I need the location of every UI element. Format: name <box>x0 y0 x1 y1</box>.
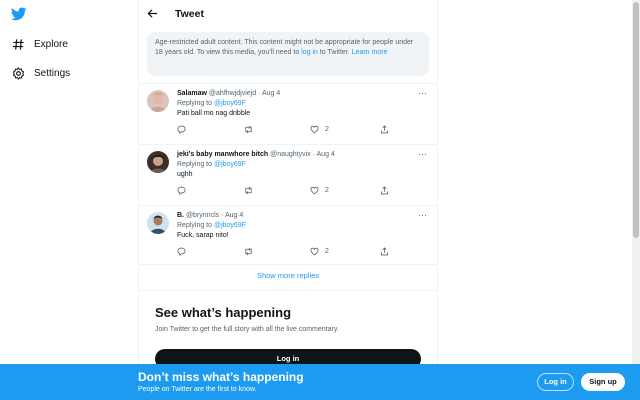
tweet-header: jeki's baby manwhore bitch @naughtyvix ·… <box>177 150 429 160</box>
replying-to-link[interactable]: @jboy69F <box>214 161 246 168</box>
tweet-body: jeki's baby manwhore bitch @naughtyvix ·… <box>177 150 429 180</box>
back-arrow-icon[interactable] <box>147 8 159 20</box>
tweet-body: Salamaw @ahfhwjdjviejd · Aug 4 Replying … <box>177 89 429 119</box>
reply-icon[interactable] <box>177 125 186 134</box>
more-options-icon[interactable]: ··· <box>418 210 427 220</box>
more-options-icon[interactable]: ··· <box>418 88 427 98</box>
tweet-text: Pati ball mo nag dribble <box>177 110 251 117</box>
reply-tweet[interactable]: Salamaw @ahfhwjdjviejd · Aug 4 Replying … <box>139 83 437 144</box>
heart-icon <box>310 125 319 134</box>
bottom-signup-bar: Don’t miss what’s happening People on Tw… <box>0 364 640 400</box>
notice-text-middle: to Twitter. <box>317 49 352 56</box>
tweet-actions: 2 <box>177 247 397 257</box>
page-title: Tweet <box>175 8 204 20</box>
signup-prompt: See what’s happening Join Twitter to get… <box>139 290 437 369</box>
heart-icon <box>310 247 319 256</box>
replying-to: Replying to @jboy69F <box>177 221 429 231</box>
reply-list: Salamaw @ahfhwjdjviejd · Aug 4 Replying … <box>139 83 437 266</box>
twitter-bird-icon[interactable] <box>10 6 27 22</box>
replying-to-link[interactable]: @jboy69F <box>214 100 246 107</box>
retweet-icon[interactable] <box>244 186 253 195</box>
reply-tweet[interactable]: jeki's baby manwhore bitch @naughtyvix ·… <box>139 144 437 205</box>
show-more-replies-button[interactable]: Show more replies <box>139 264 437 286</box>
like-count: 2 <box>325 126 329 133</box>
avatar[interactable] <box>147 90 169 112</box>
bottom-bar-title: Don’t miss what’s happening <box>138 370 304 384</box>
nav-item-explore[interactable]: Explore <box>11 34 68 54</box>
signup-button[interactable]: Sign up <box>581 373 625 391</box>
replying-to: Replying to @jboy69F <box>177 160 429 170</box>
nav-item-label: Explore <box>34 38 68 50</box>
retweet-icon[interactable] <box>244 125 253 134</box>
tweet-date[interactable]: Aug 4 <box>225 212 243 219</box>
reply-tweet[interactable]: B. @brynncls · Aug 4 Replying to @jboy69… <box>139 205 437 266</box>
nav-item-label: Settings <box>34 67 71 79</box>
notice-login-link[interactable]: log in <box>301 49 318 56</box>
author-name[interactable]: jeki's baby manwhore bitch <box>177 151 268 158</box>
share-icon[interactable] <box>380 247 389 256</box>
replying-to-link[interactable]: @jboy69F <box>214 222 246 229</box>
reply-icon[interactable] <box>177 247 186 256</box>
tweet-actions: 2 <box>177 186 397 196</box>
replying-prefix: Replying to <box>177 222 214 229</box>
hashtag-icon <box>11 37 25 51</box>
share-icon[interactable] <box>380 186 389 195</box>
nav-item-settings[interactable]: Settings <box>11 63 70 83</box>
avatar[interactable] <box>147 151 169 173</box>
like-button[interactable]: 2 <box>310 125 329 134</box>
tweet-body: B. @brynncls · Aug 4 Replying to @jboy69… <box>177 211 429 241</box>
tweet-date[interactable]: Aug 4 <box>262 90 280 97</box>
like-button[interactable]: 2 <box>310 247 329 256</box>
bottom-bar-subtitle: People on Twitter are the first to know. <box>138 386 257 393</box>
page-scrollbar[interactable] <box>632 0 640 400</box>
bottom-login-button[interactable]: Log in <box>537 373 574 391</box>
tweet-header: B. @brynncls · Aug 4 <box>177 211 429 221</box>
author-handle[interactable]: @ahfhwjdjviejd <box>209 90 256 97</box>
tweet-actions: 2 <box>177 125 397 135</box>
reply-icon[interactable] <box>177 186 186 195</box>
tweet-header: Salamaw @ahfhwjdjviejd · Aug 4 <box>177 89 429 99</box>
replying-to: Replying to @jboy69F <box>177 99 429 109</box>
avatar[interactable] <box>147 212 169 234</box>
tweet-text: Fuck, sarap nito! <box>177 232 229 239</box>
replying-prefix: Replying to <box>177 100 214 107</box>
main-column: Tweet Age-restricted adult content. This… <box>138 0 438 400</box>
like-count: 2 <box>325 187 329 194</box>
replying-prefix: Replying to <box>177 161 214 168</box>
gear-icon <box>11 66 25 80</box>
author-handle[interactable]: @naughtyvix <box>270 151 311 158</box>
retweet-icon[interactable] <box>244 247 253 256</box>
author-handle[interactable]: @brynncls <box>186 212 219 219</box>
age-restricted-notice: Age-restricted adult content. This conte… <box>147 32 429 76</box>
heart-icon <box>310 186 319 195</box>
page-header: Tweet <box>139 0 437 28</box>
prompt-subtitle: Join Twitter to get the full story with … <box>155 326 339 333</box>
learn-more-link[interactable]: Learn more <box>352 49 388 56</box>
tweet-text: ughh <box>177 171 193 178</box>
left-navigation: Explore Settings <box>0 0 138 400</box>
more-options-icon[interactable]: ··· <box>418 149 427 159</box>
tweet-date[interactable]: Aug 4 <box>317 151 335 158</box>
share-icon[interactable] <box>380 125 389 134</box>
scrollbar-thumb[interactable] <box>633 2 639 238</box>
like-button[interactable]: 2 <box>310 186 329 195</box>
like-count: 2 <box>325 248 329 255</box>
author-name[interactable]: Salamaw <box>177 90 207 97</box>
prompt-title: See what’s happening <box>155 305 292 320</box>
author-name[interactable]: B. <box>177 212 184 219</box>
